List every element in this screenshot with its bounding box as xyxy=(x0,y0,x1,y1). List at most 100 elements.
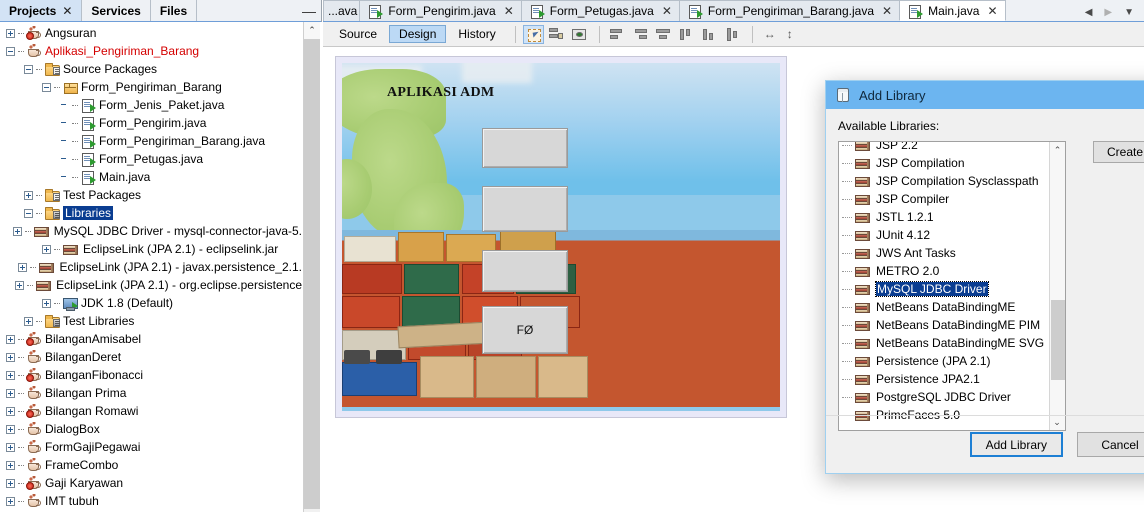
expand-icon[interactable] xyxy=(42,298,51,308)
tree-node-jdk-1-8-default[interactable]: JDK 1.8 (Default) xyxy=(0,294,302,312)
tree-node-formgajipegawai[interactable]: FormGajiPegawai xyxy=(0,438,302,456)
tree-node-gaji-karyawan[interactable]: Gaji Karyawan xyxy=(0,474,302,492)
tree-node-form-jenis-paket-java[interactable]: Form_Jenis_Paket.java xyxy=(0,96,302,114)
tree-node-imt-tubuh[interactable]: IMT tubuh xyxy=(0,492,302,510)
tree-node-aplikasi-pengiriman-barang[interactable]: Aplikasi_Pengiriman_Barang xyxy=(0,42,302,60)
tree-node-angsuran[interactable]: Angsuran xyxy=(0,24,302,42)
scrollbar-thumb[interactable] xyxy=(1051,300,1065,380)
available-libraries-list[interactable]: JSP 2.2 JSP Compilation JSP Compilation Sy… xyxy=(838,141,1066,431)
chevron-down-icon[interactable]: ▼ xyxy=(1124,7,1134,18)
tree-node-bilangan-romawi[interactable]: Bilangan Romawi xyxy=(0,402,302,420)
library-list-item[interactable]: JSP Compilation xyxy=(839,154,1049,172)
close-icon[interactable]: ✕ xyxy=(504,4,514,18)
window-tab-projects[interactable]: Projects ✕ xyxy=(0,0,83,21)
resize-height-icon[interactable]: ↕ xyxy=(783,25,804,44)
library-list-item[interactable]: PostgreSQL JDBC Driver xyxy=(839,388,1049,406)
close-icon[interactable]: ✕ xyxy=(62,5,72,17)
expand-icon[interactable] xyxy=(6,478,15,488)
collapse-icon[interactable] xyxy=(6,46,15,56)
view-tab-design[interactable]: Design xyxy=(389,25,447,43)
library-list-item[interactable]: Persistence JPA2.1 xyxy=(839,370,1049,388)
form-button-4[interactable]: FØ xyxy=(482,306,568,354)
align-left-icon[interactable] xyxy=(607,25,628,44)
scroll-up-icon[interactable]: ⌃ xyxy=(304,22,320,39)
scrollbar-thumb[interactable] xyxy=(304,39,320,509)
scroll-up-icon[interactable]: ⌃ xyxy=(1050,142,1065,158)
expand-icon[interactable] xyxy=(6,424,15,434)
collapse-icon[interactable] xyxy=(24,64,33,74)
form-button-2[interactable] xyxy=(482,186,568,232)
align-right-icon[interactable] xyxy=(630,25,651,44)
back-icon[interactable]: ◀ xyxy=(1085,7,1093,18)
editor-tab-form-pengiriman-barang-java[interactable]: Form_Pengiriman_Barang.java ✕ xyxy=(678,0,901,21)
library-list-item[interactable]: JSP 2.2 xyxy=(839,142,1049,154)
tree-node-eclipselink-jpa-2-1-javax-persistence-2-1[interactable]: EclipseLink (JPA 2.1) - javax.persistenc… xyxy=(0,258,302,276)
collapse-icon[interactable] xyxy=(42,82,51,92)
tree-node-bilanganderet[interactable]: BilanganDeret xyxy=(0,348,302,366)
selection-tool-icon[interactable] xyxy=(522,24,544,44)
library-list-item[interactable]: JSTL 1.2.1 xyxy=(839,208,1049,226)
library-list-item[interactable]: NetBeans DataBindingME PIM xyxy=(839,316,1049,334)
library-list-item[interactable]: JUnit 4.12 xyxy=(839,226,1049,244)
tree-node-bilangan-prima[interactable]: Bilangan Prima xyxy=(0,384,302,402)
preview-design-icon[interactable] xyxy=(569,25,590,44)
tree-node-mysql-jdbc-driver-mysql-connector-java-5[interactable]: MySQL JDBC Driver - mysql-connector-java… xyxy=(0,222,302,240)
close-icon[interactable]: ✕ xyxy=(662,4,672,18)
tree-node-form-petugas-java[interactable]: Form_Petugas.java xyxy=(0,150,302,168)
expand-icon[interactable] xyxy=(6,460,15,470)
expand-icon[interactable] xyxy=(6,388,15,398)
form-button-3[interactable] xyxy=(482,250,568,292)
tree-node-main-java[interactable]: Main.java xyxy=(0,168,302,186)
add-library-button[interactable]: Add Library xyxy=(969,432,1063,457)
tree-node-test-packages[interactable]: Test Packages xyxy=(0,186,302,204)
expand-icon[interactable] xyxy=(12,226,22,236)
expand-icon[interactable] xyxy=(18,262,28,272)
project-tree[interactable]: Angsuran Aplikasi_Pengiriman_Barang Source… xyxy=(0,22,302,512)
tree-node-test-libraries[interactable]: Test Libraries xyxy=(0,312,302,330)
expand-icon[interactable] xyxy=(6,28,15,38)
collapse-icon[interactable] xyxy=(24,208,33,218)
close-icon[interactable]: ✕ xyxy=(987,4,997,18)
expand-icon[interactable] xyxy=(6,496,15,506)
editor-tab-ava[interactable]: ...ava xyxy=(323,0,361,21)
library-list-item[interactable]: METRO 2.0 xyxy=(839,262,1049,280)
create-library-button[interactable]: Create... xyxy=(1093,141,1144,163)
tree-node-eclipselink-jpa-2-1-org-eclipse-persistence[interactable]: EclipseLink (JPA 2.1) - org.eclipse.pers… xyxy=(0,276,302,294)
editor-tab-main-java[interactable]: Main.java ✕ xyxy=(899,0,1006,21)
tree-node-form-pengiriman-barang[interactable]: Form_Pengiriman_Barang xyxy=(0,78,302,96)
form-button-1[interactable] xyxy=(482,128,568,168)
library-list-item[interactable]: JSP Compilation Sysclasspath xyxy=(839,172,1049,190)
view-tab-history[interactable]: History xyxy=(448,25,505,43)
align-bottom-icon[interactable] xyxy=(699,25,720,44)
view-tab-source[interactable]: Source xyxy=(329,25,387,43)
expand-icon[interactable] xyxy=(6,352,15,362)
library-list-scrollbar[interactable]: ⌃ ⌄ xyxy=(1049,142,1065,430)
expand-icon[interactable] xyxy=(24,190,33,200)
expand-icon[interactable] xyxy=(6,334,15,344)
tree-node-bilanganamisabel[interactable]: BilanganAmisabel xyxy=(0,330,302,348)
form-design-canvas[interactable]: APLIKASI ADM FØ xyxy=(336,57,786,417)
project-tree-scrollbar[interactable]: ⌃ xyxy=(303,22,320,512)
close-icon[interactable]: ✕ xyxy=(882,4,892,18)
tree-node-bilanganfibonacci[interactable]: BilanganFibonacci xyxy=(0,366,302,384)
tree-node-form-pengiriman-barang-java[interactable]: Form_Pengiriman_Barang.java xyxy=(0,132,302,150)
connection-mode-icon[interactable] xyxy=(546,25,567,44)
library-list-item[interactable]: NetBeans DataBindingME xyxy=(839,298,1049,316)
tree-node-libraries[interactable]: Libraries xyxy=(0,204,302,222)
expand-icon[interactable] xyxy=(15,280,25,290)
library-list-item[interactable]: MySQL JDBC Driver xyxy=(839,280,1049,298)
expand-icon[interactable] xyxy=(6,406,15,416)
window-tab-files[interactable]: Files xyxy=(150,0,198,21)
tree-node-dialogbox[interactable]: DialogBox xyxy=(0,420,302,438)
window-tab-services[interactable]: Services xyxy=(82,0,151,21)
library-list-item[interactable]: NetBeans DataBindingME SVG xyxy=(839,334,1049,352)
align-center-vertical-icon[interactable] xyxy=(722,25,743,44)
forward-icon[interactable]: ▶ xyxy=(1104,7,1112,18)
align-center-horizontal-icon[interactable] xyxy=(653,25,674,44)
expand-icon[interactable] xyxy=(6,370,15,380)
expand-icon[interactable] xyxy=(42,244,51,254)
tree-node-form-pengirim-java[interactable]: Form_Pengirim.java xyxy=(0,114,302,132)
library-list-item[interactable]: JSP Compiler xyxy=(839,190,1049,208)
tree-node-framecombo[interactable]: FrameCombo xyxy=(0,456,302,474)
editor-tab-form-petugas-java[interactable]: Form_Petugas.java ✕ xyxy=(520,0,680,21)
